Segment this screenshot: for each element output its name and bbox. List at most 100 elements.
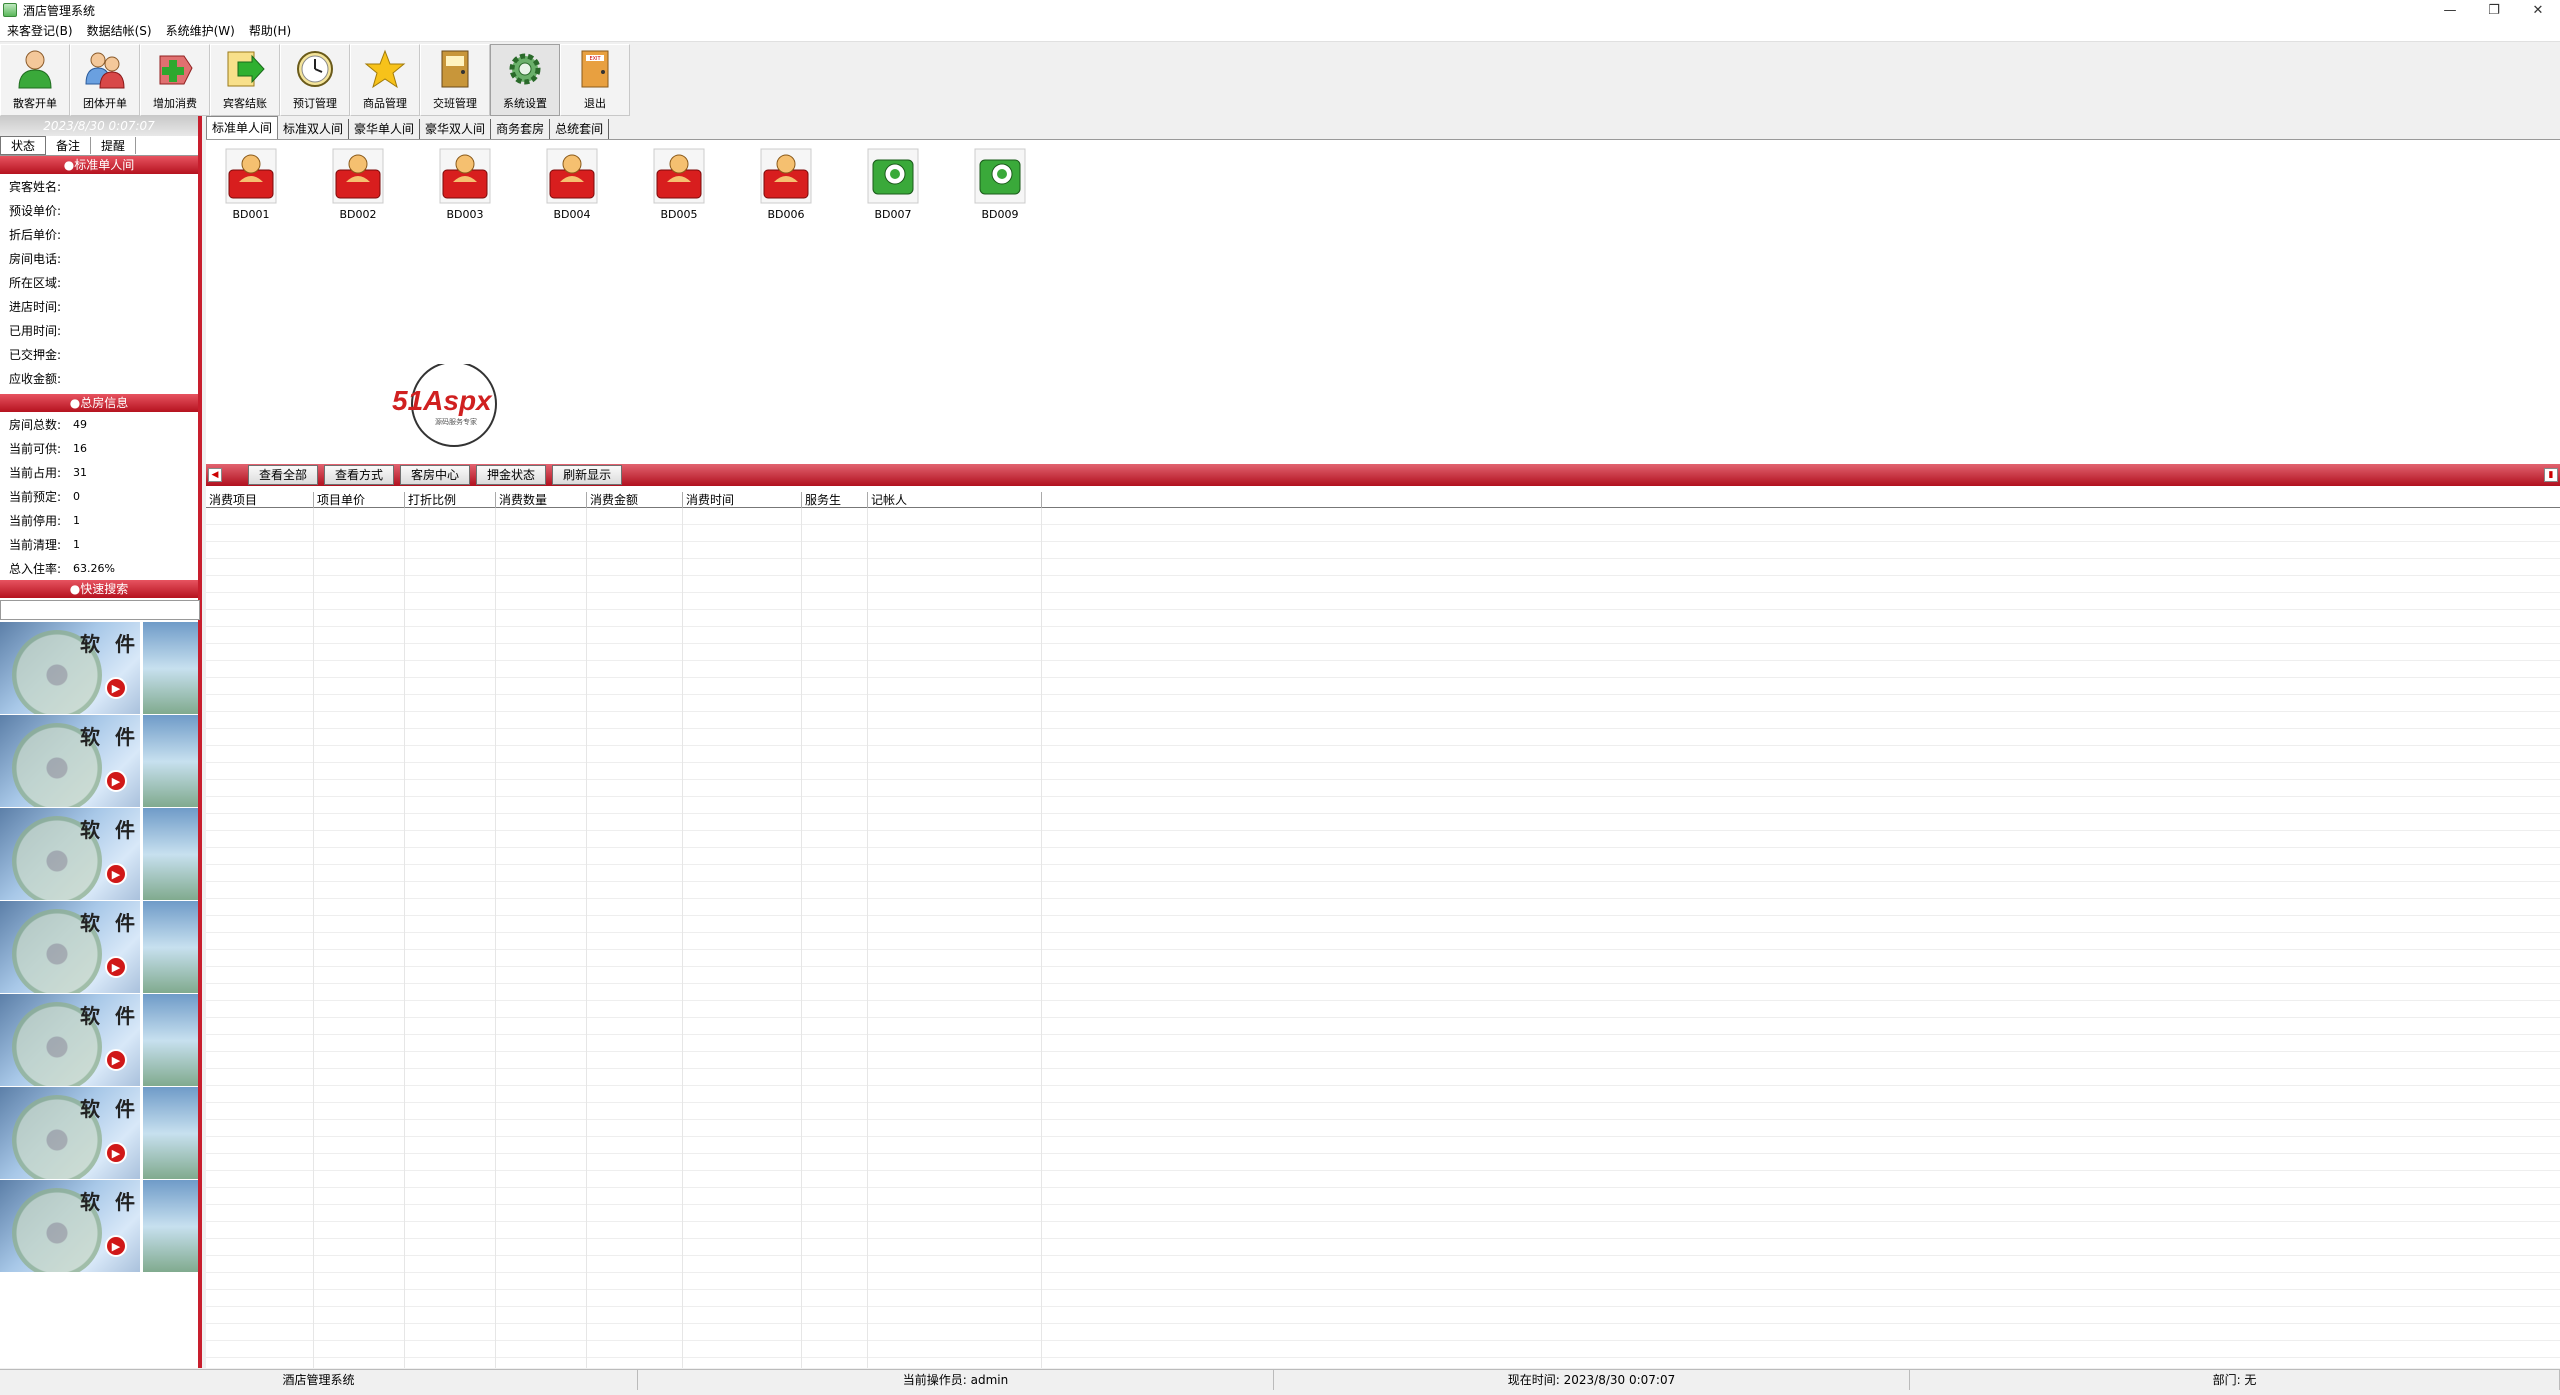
status-department: 部门: 无 (1910, 1370, 2560, 1390)
window-controls: — ❐ ✕ (2428, 0, 2560, 20)
room-tile[interactable]: BD004 (527, 148, 617, 221)
column-header[interactable]: 消费数量 (496, 492, 587, 508)
reservation-button[interactable]: 预订管理 (280, 44, 350, 116)
goods-management-button[interactable]: 商品管理 (350, 44, 420, 116)
table-body[interactable] (206, 508, 2560, 1368)
menu-bar: 来客登记(B) 数据结帐(S) 系统维护(W) 帮助(H) (0, 20, 2560, 42)
occupancy-rate-row: 总入住率: 63.26% (0, 556, 198, 580)
ad-side-image (140, 808, 198, 900)
total-value: 1 (73, 513, 81, 527)
column-header[interactable]: 消费项目 (206, 492, 314, 508)
room-tile[interactable]: BD001 (206, 148, 296, 221)
ad-text: 软 件 (80, 818, 139, 842)
ad-side-image (140, 715, 198, 807)
occupied-room-icon (439, 148, 491, 204)
title-bar: 酒店管理系统 — ❐ ✕ (0, 0, 2560, 20)
toolbar-label: 团体开单 (83, 97, 127, 110)
field-label: 已用时间: (9, 323, 62, 338)
ad-text: 软 件 (80, 1097, 139, 1121)
close-icon[interactable]: ✕ (2516, 0, 2560, 20)
tab-notes[interactable]: 备注 (46, 137, 92, 154)
ad-banner[interactable]: 软 件 ▶ (0, 994, 198, 1087)
ad-strip: 软 件 ▶ 软 件 ▶ 软 件 ▶ 软 件 ▶ 软 件 ▶ 软 件 ▶ 软 件 ▶ (0, 622, 198, 1273)
guest-person-icon (13, 47, 57, 91)
toolbar-label: 增加消费 (153, 97, 197, 110)
column-header[interactable]: 消费时间 (683, 492, 802, 508)
ad-banner[interactable]: 软 件 ▶ (0, 808, 198, 901)
column-header[interactable]: 消费金额 (587, 492, 683, 508)
cleaning-rooms-row: 当前清理: 1 (0, 532, 198, 556)
shift-handover-button[interactable]: 交班管理 (420, 44, 490, 116)
group-checkin-button[interactable]: 团体开单 (70, 44, 140, 116)
available-room-icon (974, 148, 1026, 204)
tab-deluxe-double[interactable]: 豪华双人间 (420, 119, 492, 139)
view-all-button[interactable]: 查看全部 (248, 465, 319, 485)
table-column (587, 508, 683, 1368)
restore-icon[interactable]: ❐ (2472, 0, 2516, 20)
quick-search-input[interactable] (0, 600, 200, 620)
menu-maintenance[interactable]: 系统维护(W) (159, 22, 242, 39)
room-field-phone: 房间电话: (0, 246, 198, 270)
ad-banner[interactable]: 软 件 ▶ (0, 1087, 198, 1180)
total-label: 房间总数: (9, 417, 62, 432)
window-title: 酒店管理系统 (23, 3, 96, 18)
room-number: BD005 (660, 208, 698, 221)
left-tabs: 状态 备注 提醒 (0, 136, 198, 156)
tab-deluxe-single[interactable]: 豪华单人间 (349, 119, 421, 139)
table-column (206, 508, 314, 1368)
view-mode-button[interactable]: 查看方式 (324, 465, 395, 485)
guest-checkout-button[interactable]: 宾客结账 (210, 44, 280, 116)
room-number: BD002 (339, 208, 377, 221)
add-consumption-button[interactable]: 增加消费 (140, 44, 210, 116)
room-grid: BD001 BD002 BD003 BD004 BD005 BD006 BD00… (206, 140, 2560, 465)
tab-standard-double[interactable]: 标准双人间 (278, 119, 350, 139)
ad-banner[interactable]: 软 件 ▶ (0, 1180, 198, 1273)
room-tile[interactable]: BD006 (741, 148, 831, 221)
ad-banner[interactable]: 软 件 ▶ (0, 901, 198, 994)
tab-business-suite[interactable]: 商务套房 (491, 119, 551, 139)
room-tile[interactable]: BD005 (634, 148, 724, 221)
menu-help[interactable]: 帮助(H) (242, 22, 298, 39)
tab-status[interactable]: 状态 (0, 136, 47, 155)
tab-presidential-suite[interactable]: 总统套间 (550, 119, 610, 139)
menu-checkin[interactable]: 来客登记(B) (0, 22, 80, 39)
room-tile[interactable]: BD007 (848, 148, 938, 221)
refresh-button[interactable]: 刷新显示 (552, 465, 623, 485)
ad-side-image (140, 994, 198, 1086)
table-column (405, 508, 496, 1368)
toolbar-label: 商品管理 (363, 97, 407, 110)
column-header[interactable]: 打折比例 (405, 492, 496, 508)
play-icon: ▶ (105, 677, 127, 699)
collapse-icon[interactable]: ◀ (208, 468, 222, 482)
field-label: 所在区域: (9, 275, 62, 290)
room-number: BD007 (874, 208, 912, 221)
tab-reminder[interactable]: 提醒 (91, 137, 137, 154)
menu-billing[interactable]: 数据结帐(S) (80, 22, 159, 39)
table-column (496, 508, 587, 1368)
status-operator: 当前操作员: admin (638, 1370, 1274, 1390)
minimize-icon[interactable]: — (2428, 0, 2472, 20)
occupied-rooms-row: 当前占用: 31 (0, 460, 198, 484)
total-value: 63.26% (73, 561, 115, 575)
room-tile[interactable]: BD002 (313, 148, 403, 221)
total-value: 0 (73, 489, 81, 503)
ad-banner[interactable]: 软 件 ▶ (0, 622, 198, 715)
pin-icon[interactable]: ▮ (2544, 468, 2558, 482)
room-center-button[interactable]: 客房中心 (400, 465, 471, 485)
column-header[interactable]: 记帐人 (868, 492, 1042, 508)
room-field-area: 所在区域: (0, 270, 198, 294)
status-app-name: 酒店管理系统 (0, 1370, 638, 1390)
room-field-preset-price: 预设单价: (0, 198, 198, 222)
exit-button[interactable]: EXIT 退出 (560, 44, 630, 116)
deposit-status-button[interactable]: 押金状态 (476, 465, 547, 485)
system-settings-button[interactable]: 系统设置 (490, 44, 560, 116)
total-value: 16 (73, 441, 88, 455)
walkin-checkin-button[interactable]: 散客开单 (0, 44, 70, 116)
column-header[interactable]: 项目单价 (314, 492, 405, 508)
ad-banner[interactable]: 软 件 ▶ (0, 715, 198, 808)
room-tile[interactable]: BD009 (955, 148, 1045, 221)
tab-standard-single[interactable]: 标准单人间 (206, 116, 279, 139)
total-label: 当前可供: (9, 441, 62, 456)
column-header[interactable]: 服务生 (802, 492, 868, 508)
room-tile[interactable]: BD003 (420, 148, 510, 221)
